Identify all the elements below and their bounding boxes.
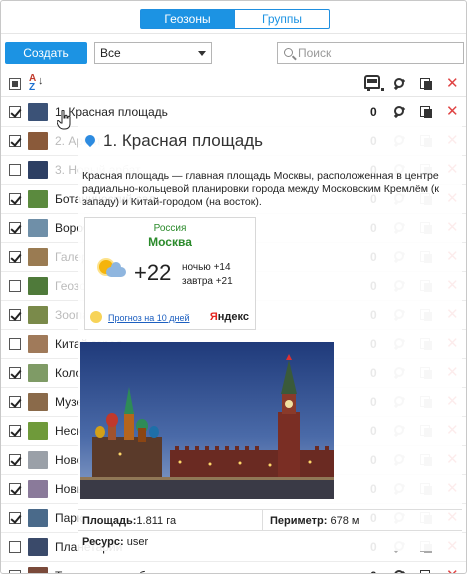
tab-bar: Геозоны Группы [140, 9, 330, 29]
copy-icon[interactable] [420, 78, 432, 90]
weather-temperature: +22 [134, 260, 172, 285]
geofence-stats: Площадь:1.811 га Периметр: 678 м Ресурс:… [78, 509, 462, 551]
select-all-checkbox[interactable] [9, 78, 21, 90]
sort-az-icon[interactable]: A Z ↓ [29, 74, 44, 93]
area-stat: Площадь:1.811 га [82, 515, 176, 527]
delete-icon[interactable]: ✕ [446, 568, 459, 573]
geofence-thumbnail [28, 132, 48, 150]
row-checkbox[interactable] [9, 570, 21, 573]
geofence-thumbnail [28, 306, 48, 324]
area-value: 1.811 га [136, 515, 177, 527]
bus-icon[interactable] [364, 75, 384, 91]
copy-icon[interactable] [420, 106, 432, 118]
row-checkbox[interactable] [9, 454, 21, 466]
row-checkbox[interactable] [9, 135, 21, 147]
geofence-thumbnail [28, 335, 48, 353]
weather-widget: Россия Москва +22 ночью +14 завтра +21 П… [84, 217, 256, 330]
row-checkbox[interactable] [9, 396, 21, 408]
row-checkbox[interactable] [9, 164, 21, 176]
filter-select-value: Все [100, 46, 121, 60]
geofence-thumbnail [28, 393, 48, 411]
row-checkbox[interactable] [9, 512, 21, 524]
forecast-link[interactable]: Прогноз на 10 дней [108, 313, 190, 323]
table-row[interactable]: Театр оперы и балета 0 ✕ [1, 562, 466, 573]
geofence-thumbnail [28, 509, 48, 527]
search-icon [284, 48, 293, 57]
row-checkbox[interactable] [9, 106, 21, 118]
row-checkbox[interactable] [9, 483, 21, 495]
tooltip-title-text: 1. Красная площадь [103, 131, 263, 150]
row-checkbox[interactable] [9, 425, 21, 437]
tooltip-description: Красная площадь — главная площадь Москвы… [82, 170, 439, 208]
row-checkbox[interactable] [9, 222, 21, 234]
row-checkbox[interactable] [9, 541, 21, 553]
resource-stat: Ресурс: user [82, 536, 148, 548]
geofence-thumbnail [28, 161, 48, 179]
yandex-logo-a: Я [209, 311, 218, 323]
divider [1, 33, 466, 34]
search-input[interactable] [298, 43, 458, 63]
perimeter-label: Периметр: [270, 515, 328, 527]
resource-label: Ресурс: [82, 536, 124, 548]
weather-night: ночью +14 [182, 262, 231, 273]
divider [78, 530, 462, 531]
wrench-icon[interactable] [394, 570, 406, 573]
geofence-thumbnail [28, 219, 48, 237]
row-checkbox[interactable] [9, 193, 21, 205]
close-icon[interactable]: ✕ [446, 76, 459, 91]
perimeter-stat: Периметр: 678 м [270, 515, 359, 527]
filter-select[interactable]: Все [94, 42, 212, 64]
geofence-thumbnail [28, 422, 48, 440]
geofence-name[interactable]: Театр оперы и балета [55, 569, 177, 573]
wrench-icon[interactable] [394, 106, 406, 118]
row-checkbox[interactable] [9, 309, 21, 321]
row-checkbox[interactable] [9, 338, 21, 350]
copy-icon[interactable] [420, 570, 432, 573]
geofence-thumbnail [28, 103, 48, 121]
forecast-icon [90, 311, 102, 323]
weather-city: Москва [148, 235, 192, 249]
perimeter-value: 678 м [330, 515, 360, 527]
geofence-thumbnail [28, 451, 48, 469]
geofence-thumbnail [28, 277, 48, 295]
search-box[interactable] [277, 42, 464, 64]
unit-count: 0 [370, 105, 377, 119]
map-pin-icon [82, 132, 98, 148]
resource-value: user [126, 536, 149, 548]
wrench-icon[interactable] [394, 78, 406, 90]
divider [262, 510, 263, 530]
yandex-logo[interactable]: Яндекс [210, 311, 249, 323]
geofence-thumbnail [28, 538, 48, 556]
geofence-thumbnail [28, 567, 48, 573]
row-checkbox[interactable] [9, 367, 21, 379]
row-checkbox[interactable] [9, 280, 21, 292]
geofence-thumbnail [28, 480, 48, 498]
tab-groups[interactable]: Группы [235, 9, 330, 29]
area-label: Площадь: [82, 515, 137, 527]
create-button[interactable]: Создать [5, 42, 87, 64]
geofence-name[interactable]: 1. Красная площадь [55, 105, 168, 119]
chevron-down-icon [198, 51, 206, 56]
geofence-thumbnail [28, 364, 48, 382]
weather-country: Россия [153, 223, 187, 234]
tooltip-title: 1. Красная площадь [82, 131, 263, 151]
partly-cloudy-icon [97, 258, 127, 282]
weather-tomorrow: завтра +21 [182, 276, 233, 287]
geofence-panel: Геозоны Группы Создать Все AZ↓ ✕ 1. Крас… [0, 0, 467, 574]
list-header: A Z ↓ ✕ [1, 71, 466, 97]
tab-geofences[interactable]: Геозоны [140, 9, 235, 29]
red-square-photo [80, 342, 334, 499]
hand-cursor-icon [57, 110, 71, 130]
geofence-thumbnail [28, 190, 48, 208]
row-checkbox[interactable] [9, 251, 21, 263]
yandex-logo-b: ндекс [217, 311, 249, 323]
delete-icon[interactable]: ✕ [446, 104, 459, 119]
unit-count: 0 [370, 569, 377, 573]
geofence-thumbnail [28, 248, 48, 266]
